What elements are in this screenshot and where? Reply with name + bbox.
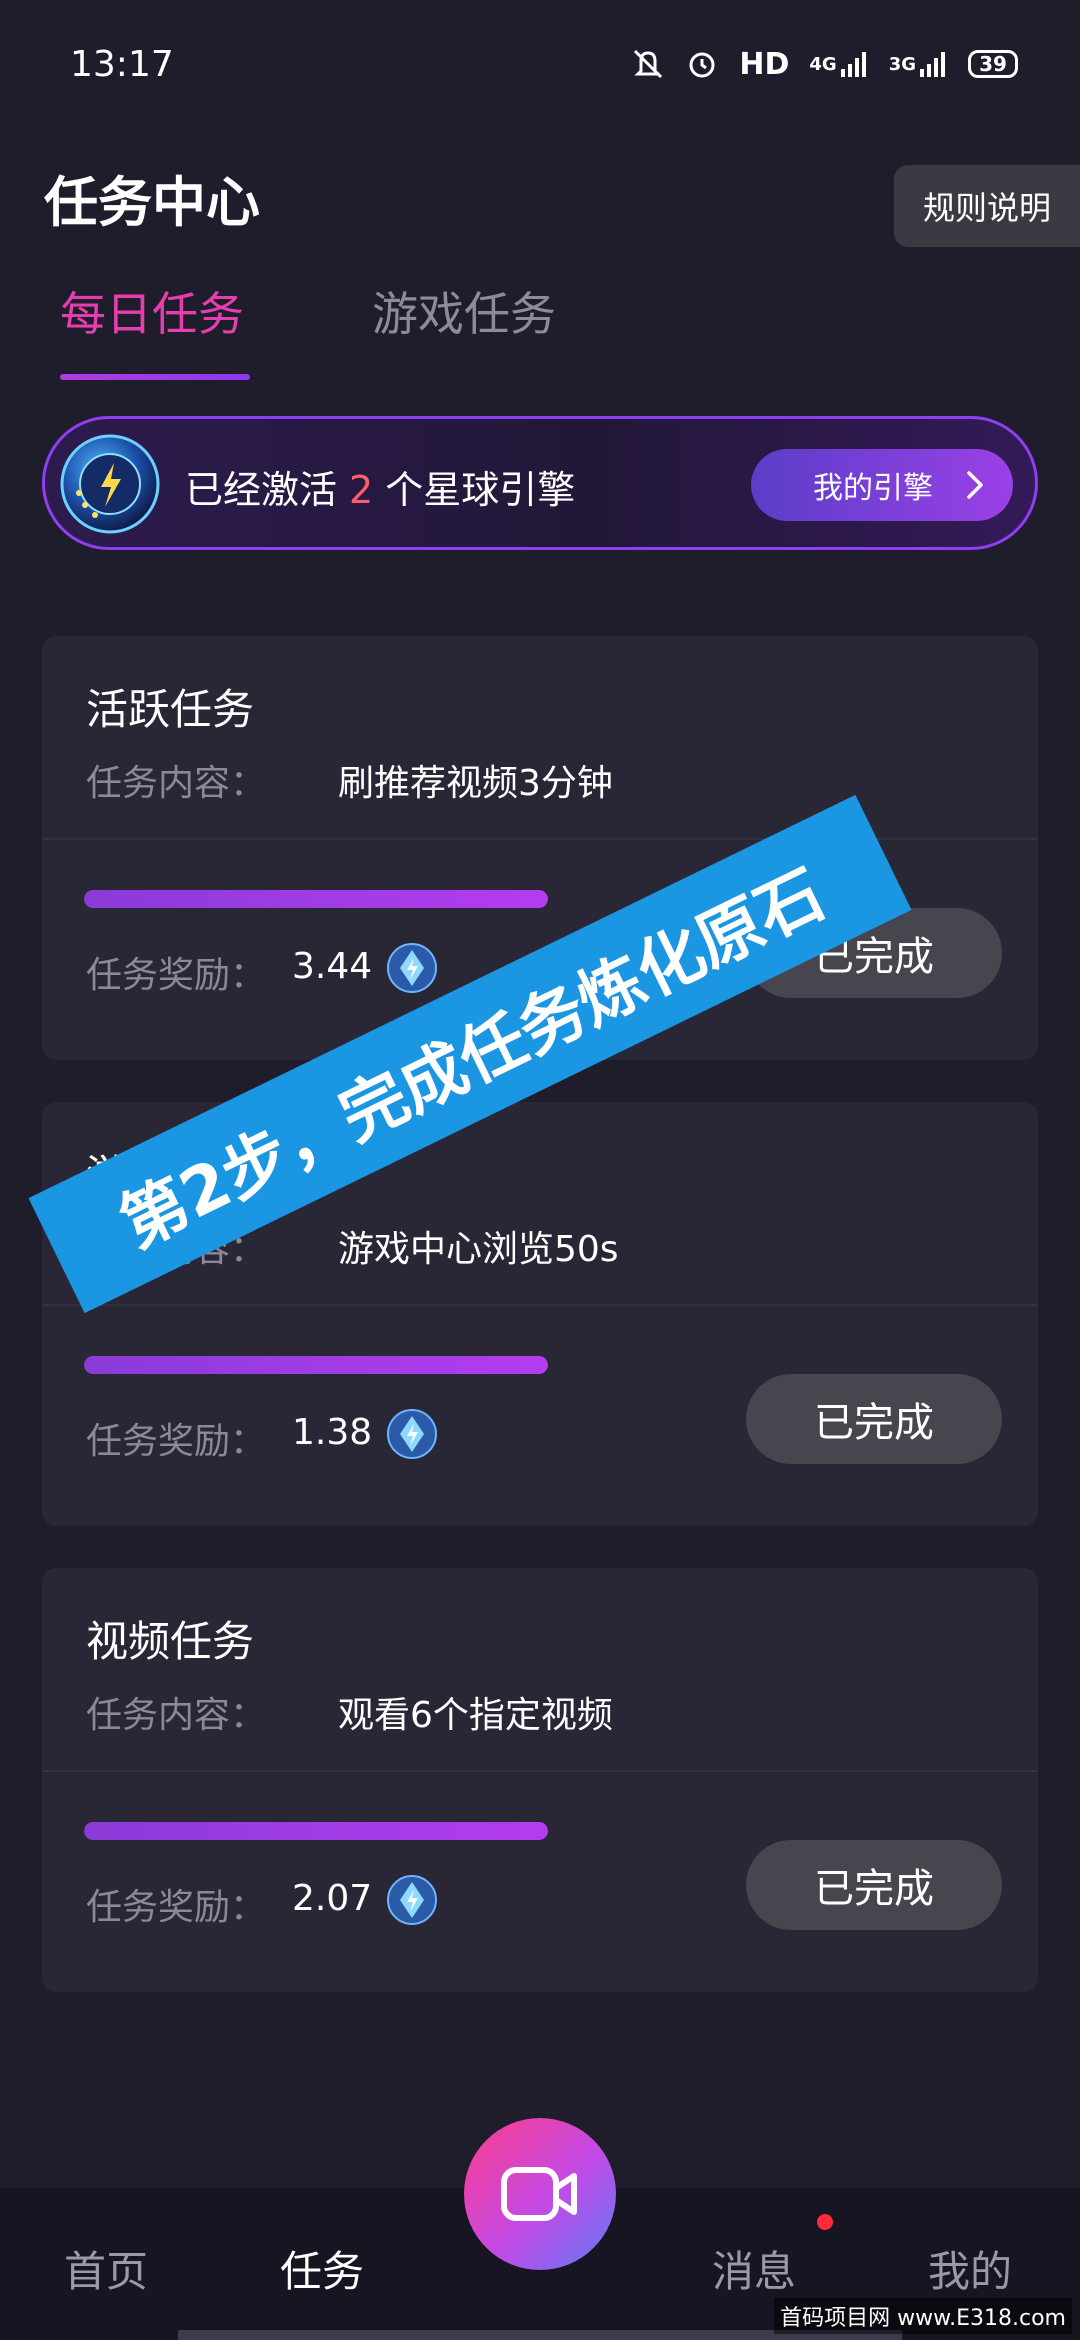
tab-daily-tasks[interactable]: 每日任务 (60, 278, 244, 344)
task-reward-label: 任务奖励： (86, 1421, 267, 1462)
mute-icon (631, 46, 665, 82)
video-camera-icon (501, 2167, 577, 2221)
task-content: 观看6个指定视频 (338, 1695, 613, 1736)
network-3g-label: 3G (888, 53, 916, 75)
task-card-header: 视频任务 任务内容： 观看6个指定视频 (42, 1568, 1038, 1770)
battery-icon: 39 (968, 50, 1018, 78)
task-progress-fill (84, 1822, 548, 1840)
task-card-video: 视频任务 任务内容： 观看6个指定视频 任务奖励： 2.07 已完成 (42, 1568, 1038, 1992)
ore-gem-icon (387, 1875, 437, 1925)
status-time: 13:17 (70, 44, 174, 85)
task-reward-value: 2.07 (292, 1878, 373, 1919)
alarm-icon (685, 46, 719, 82)
task-progress-fill (84, 1356, 548, 1374)
card-divider (42, 1304, 1038, 1306)
my-engine-button[interactable]: 我的引擎 (751, 449, 1013, 521)
task-content-label: 任务内容： (86, 1695, 267, 1736)
engine-banner: 已经激活 2 个星球引擎 我的引擎 (42, 416, 1038, 550)
tab-game-tasks[interactable]: 游戏任务 (372, 278, 556, 344)
engine-text-after: 个星球引擎 (385, 468, 576, 512)
task-content-label: 任务内容： (86, 763, 267, 804)
card-divider (42, 838, 1038, 840)
nav-home[interactable]: 首页 (64, 2238, 148, 2299)
nav-tasks[interactable]: 任务 (280, 2238, 364, 2299)
task-center-screen: 13:17 HD 4G 3G 39 任务中心 规则说明 每日任务 游戏任务 已经… (0, 0, 1080, 2340)
rules-button[interactable]: 规则说明 (894, 165, 1080, 247)
task-tabs: 每日任务 游戏任务 (0, 270, 1080, 390)
task-progress-bar (84, 1356, 548, 1374)
task-title: 视频任务 (86, 1617, 255, 1666)
task-content: 游戏中心浏览50s (338, 1229, 619, 1270)
task-reward-value: 1.38 (292, 1412, 373, 1453)
signal-4g-icon: 4G (809, 46, 868, 82)
card-divider (42, 1770, 1038, 1772)
task-done-button[interactable]: 已完成 (746, 1840, 1002, 1930)
nav-camera-button[interactable] (464, 2118, 616, 2270)
hd-indicator: HD (739, 46, 790, 82)
my-engine-label: 我的引擎 (813, 471, 933, 506)
engine-count: 2 (349, 468, 374, 512)
message-badge-dot (817, 2214, 833, 2230)
active-tab-indicator (60, 374, 250, 380)
task-reward-label: 任务奖励： (86, 1887, 267, 1928)
task-reward-value: 3.44 (292, 946, 373, 987)
task-progress-bar (84, 890, 548, 908)
nav-messages[interactable]: 消息 (712, 2238, 796, 2299)
network-4g-label: 4G (809, 53, 837, 75)
status-bar: 13:17 HD 4G 3G 39 (0, 0, 1080, 130)
nav-mine[interactable]: 我的 (928, 2238, 1012, 2299)
engine-status-text: 已经激活 2 个星球引擎 (185, 459, 575, 514)
ore-gem-icon (387, 943, 437, 993)
chevron-right-icon (967, 471, 983, 499)
task-content: 刷推荐视频3分钟 (338, 763, 613, 804)
planet-engine-icon (60, 434, 160, 534)
ore-gem-icon (387, 1409, 437, 1459)
page-title: 任务中心 (44, 171, 260, 234)
watermark: 首码项目网 www.E318.com (774, 2298, 1072, 2334)
task-title: 活跃任务 (86, 685, 255, 734)
engine-text-before: 已经激活 (185, 468, 338, 512)
task-reward-label: 任务奖励： (86, 955, 267, 996)
task-progress-fill (84, 890, 548, 908)
task-card-header: 活跃任务 任务内容： 刷推荐视频3分钟 (42, 636, 1038, 838)
signal-3g-icon: 3G (889, 46, 948, 82)
task-done-button[interactable]: 已完成 (746, 1374, 1002, 1464)
task-progress-bar (84, 1822, 548, 1840)
status-icons: HD 4G 3G 39 (631, 44, 1018, 84)
